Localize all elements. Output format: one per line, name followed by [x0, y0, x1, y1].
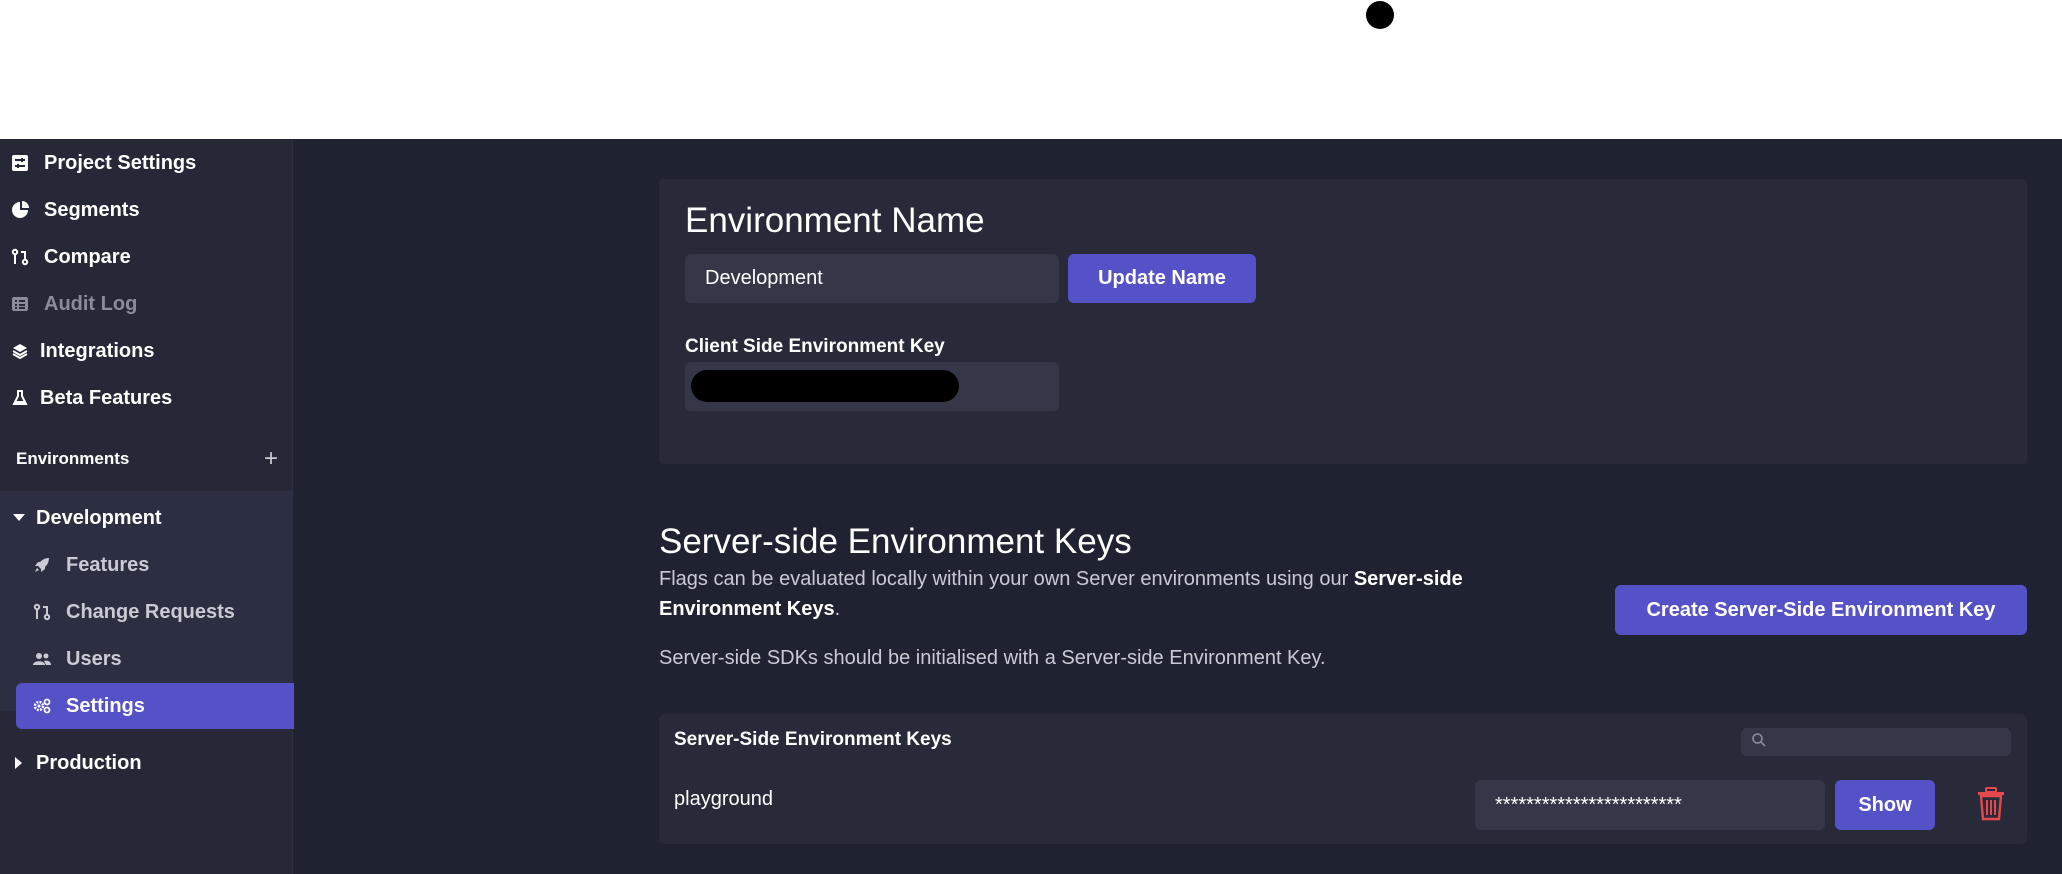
- server-keys-table: Server-Side Environment Keys playground …: [659, 714, 2027, 844]
- sidebar-item-project-settings[interactable]: Project Settings: [10, 141, 196, 185]
- sidebar-item-label: Audit Log: [44, 292, 138, 315]
- sliders-icon: [10, 153, 30, 173]
- environments-header: Environments +: [16, 444, 278, 474]
- environment-development[interactable]: Development: [12, 496, 162, 540]
- server-sdk-note: Server-side SDKs should be initialised w…: [659, 647, 1326, 669]
- users-icon: [32, 649, 52, 669]
- caret-right-icon: [12, 753, 26, 773]
- sidebar-item-users[interactable]: Users: [32, 637, 122, 681]
- sidebar-item-label: Integrations: [40, 339, 155, 362]
- sidebar-item-label: Beta Features: [40, 386, 173, 409]
- cursor-dot: [1366, 1, 1394, 29]
- caret-down-icon: [12, 508, 26, 528]
- search-input[interactable]: [1741, 728, 2011, 756]
- sidebar-item-label: Change Requests: [66, 600, 235, 623]
- masked-key-field[interactable]: ************************: [1475, 780, 1825, 830]
- environment-label: Production: [36, 751, 142, 774]
- gears-icon: [32, 696, 52, 716]
- layers-icon: [10, 341, 30, 361]
- app-shell: Project Settings Segments Compare Audit …: [0, 139, 2062, 874]
- sidebar-item-label: Users: [66, 647, 122, 670]
- server-keys-description: Flags can be evaluated locally within yo…: [659, 564, 1519, 624]
- flask-icon: [10, 388, 30, 408]
- sidebar-item-audit-log[interactable]: Audit Log: [10, 282, 137, 326]
- pie-chart-icon: [10, 200, 30, 220]
- environment-card: Environment Name Development Update Name…: [659, 179, 2027, 464]
- create-server-key-button[interactable]: Create Server-Side Environment Key: [1615, 585, 2027, 635]
- sidebar-item-label: Features: [66, 553, 150, 576]
- show-key-button[interactable]: Show: [1835, 780, 1935, 830]
- sidebar-item-beta-features[interactable]: Beta Features: [10, 376, 172, 420]
- key-name: playground: [674, 788, 773, 810]
- sidebar-item-label: Settings: [66, 694, 145, 717]
- description-text: Flags can be evaluated locally within yo…: [659, 568, 1354, 590]
- git-pull-icon: [32, 602, 52, 622]
- sidebar-item-label: Project Settings: [44, 151, 197, 174]
- environment-name-title: Environment Name: [685, 201, 985, 240]
- sidebar-item-segments[interactable]: Segments: [10, 188, 140, 232]
- environment-name-input[interactable]: Development: [685, 254, 1059, 303]
- git-compare-icon: [10, 247, 30, 267]
- sidebar-item-change-requests[interactable]: Change Requests: [32, 590, 235, 634]
- table-title: Server-Side Environment Keys: [674, 729, 952, 750]
- environment-production[interactable]: Production: [12, 741, 142, 785]
- sidebar-item-compare[interactable]: Compare: [10, 235, 131, 279]
- search-icon: [1751, 732, 1767, 753]
- environment-label: Development: [36, 506, 162, 529]
- server-keys-title: Server-side Environment Keys: [659, 522, 1132, 561]
- add-environment-button[interactable]: +: [264, 445, 278, 473]
- sidebar-item-integrations[interactable]: Integrations: [10, 329, 154, 373]
- update-name-button[interactable]: Update Name: [1068, 254, 1256, 303]
- sidebar: Project Settings Segments Compare Audit …: [0, 139, 294, 874]
- list-icon: [10, 294, 30, 314]
- environments-label: Environments: [16, 449, 130, 468]
- trash-icon[interactable]: [1976, 787, 2006, 821]
- description-suffix: .: [834, 598, 841, 620]
- sidebar-item-features[interactable]: Features: [32, 543, 149, 587]
- redaction-mark: [691, 370, 959, 402]
- sidebar-item-label: Compare: [44, 245, 131, 268]
- top-white-bar: [0, 0, 2062, 139]
- sidebar-item-settings[interactable]: Settings: [32, 684, 145, 728]
- client-key-field[interactable]: [685, 362, 1059, 411]
- rocket-icon: [32, 555, 52, 575]
- sidebar-item-label: Segments: [44, 198, 140, 221]
- client-key-label: Client Side Environment Key: [685, 336, 945, 357]
